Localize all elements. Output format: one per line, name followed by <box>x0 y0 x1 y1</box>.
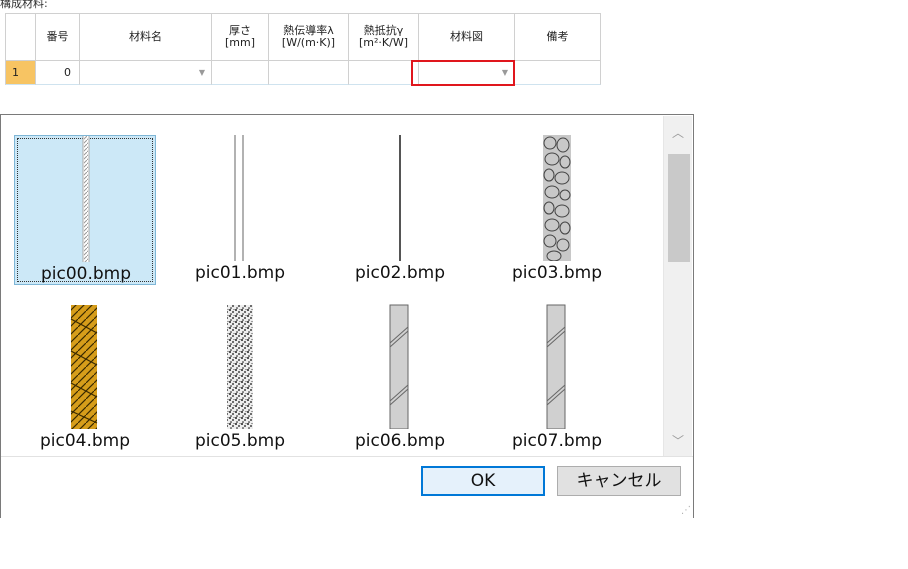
cell-material-name[interactable]: ▼ <box>80 61 212 85</box>
cell-number[interactable]: 0 <box>36 61 80 85</box>
figure-item-pic02[interactable]: pic02.bmp <box>329 135 471 285</box>
column-header-resistance[interactable]: 熱抵抗γ [m²·K/W] <box>349 13 419 61</box>
figure-label-pic03: pic03.bmp <box>511 263 603 283</box>
pic00-thumbnail <box>82 136 90 262</box>
figure-label-pic00: pic00.bmp <box>40 264 132 284</box>
cell-thickness[interactable] <box>212 61 269 85</box>
figure-item-pic06[interactable]: pic06.bmp <box>329 303 471 453</box>
figure-item-pic05[interactable]: pic05.bmp <box>169 303 311 453</box>
pic06-thumbnail <box>389 304 409 429</box>
column-header-material-name[interactable]: 材料名 <box>80 13 212 61</box>
pic07-thumbnail <box>546 304 566 429</box>
row-header-1[interactable]: 1 <box>5 61 36 85</box>
ok-button[interactable]: OK <box>421 466 545 496</box>
cell-note[interactable] <box>515 61 601 85</box>
figure-label-pic01: pic01.bmp <box>194 263 286 283</box>
column-header-thickness[interactable]: 厚さ [mm] <box>212 13 269 61</box>
vertical-scrollbar[interactable]: ︿ ﹀ <box>663 116 692 456</box>
figure-label-pic05: pic05.bmp <box>194 431 286 451</box>
scroll-up-icon[interactable]: ︿ <box>664 124 692 141</box>
chevron-down-icon[interactable]: ▼ <box>199 61 205 85</box>
materials-grid: 番号 材料名 厚さ [mm] 熱伝導率λ [W/(m·K)] 熱抵抗γ [m²·… <box>5 13 601 89</box>
figure-item-pic01[interactable]: pic01.bmp <box>169 135 311 285</box>
pic04-thumbnail <box>70 305 98 429</box>
active-cell-highlight <box>411 60 515 86</box>
pic05-thumbnail <box>227 305 253 429</box>
figure-item-pic04[interactable]: pic04.bmp <box>14 303 156 453</box>
cell-resistance[interactable] <box>349 61 419 85</box>
column-header-number[interactable]: 番号 <box>36 13 80 61</box>
resize-grip-icon[interactable]: ⋰ <box>681 505 691 516</box>
scroll-down-icon[interactable]: ﹀ <box>664 432 692 449</box>
row-header-corner <box>5 13 36 61</box>
figure-item-pic07[interactable]: pic07.bmp <box>486 303 628 453</box>
figure-item-pic00[interactable]: pic00.bmp <box>14 135 156 285</box>
figure-label-pic02: pic02.bmp <box>354 263 446 283</box>
cancel-button[interactable]: キャンセル <box>557 466 681 496</box>
section-label: 構成材料: <box>0 0 48 10</box>
column-header-note[interactable]: 備考 <box>515 13 601 61</box>
pic03-thumbnail <box>543 135 571 261</box>
column-header-figure[interactable]: 材料図 <box>419 13 515 61</box>
figure-item-pic03[interactable]: pic03.bmp <box>486 135 628 285</box>
pic02-thumbnail <box>399 135 401 261</box>
figure-label-pic07: pic07.bmp <box>511 431 603 451</box>
figure-label-pic06: pic06.bmp <box>354 431 446 451</box>
scrollbar-thumb[interactable] <box>668 154 690 262</box>
figure-picker-popup: pic00.bmp pic01.bmp pic02.bmp pic03.bmp … <box>0 114 694 518</box>
cell-conductivity[interactable] <box>269 61 349 85</box>
dialog-button-bar: OK キャンセル ⋰ <box>1 456 693 518</box>
pic01-thumbnail <box>234 135 244 261</box>
column-header-conductivity[interactable]: 熱伝導率λ [W/(m·K)] <box>269 13 349 61</box>
figure-label-pic04: pic04.bmp <box>39 431 131 451</box>
